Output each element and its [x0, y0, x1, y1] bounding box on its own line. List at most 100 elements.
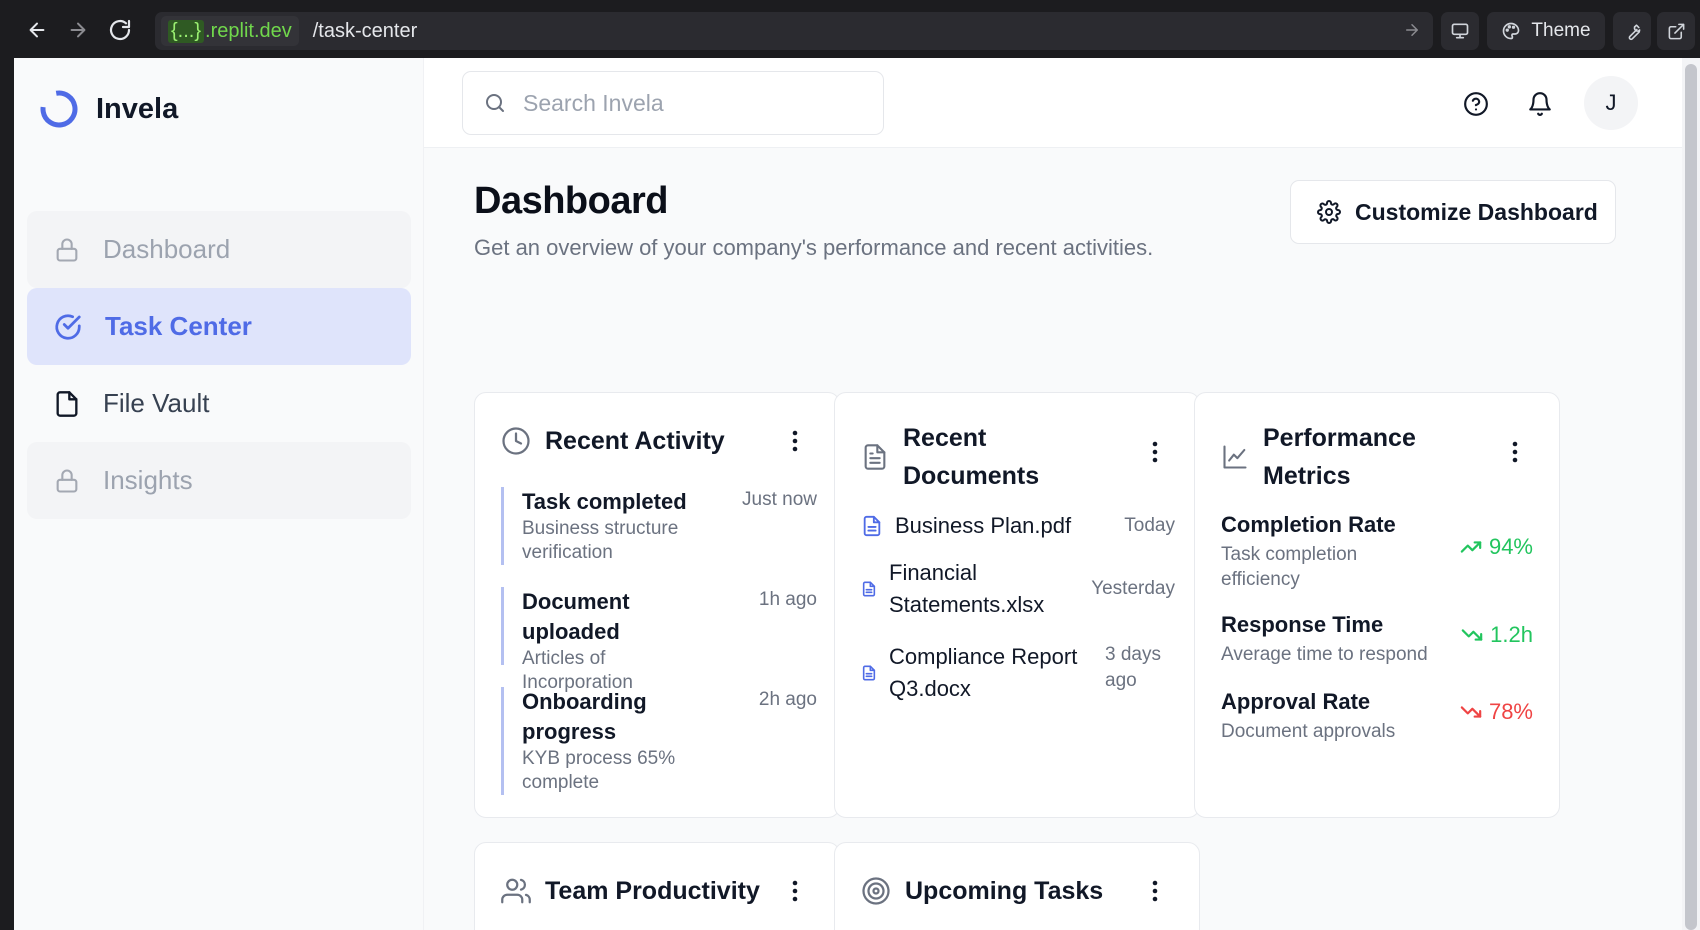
metric-value-text: 1.2h: [1490, 622, 1533, 647]
metric-value: 94%: [1459, 534, 1533, 560]
metric-desc: Task completion efficiency: [1221, 544, 1358, 590]
sidebar-item-label: Task Center: [105, 311, 252, 341]
card-header: Recent Documents: [861, 419, 1053, 495]
arrow-right-icon: [1406, 24, 1418, 36]
document-name: Business Plan.pdf: [895, 513, 1072, 538]
scrollbar[interactable]: [1682, 58, 1700, 930]
arrow-right-icon: [70, 22, 86, 38]
url-go-button[interactable]: [1403, 21, 1421, 39]
page-subtitle: Get an overview of your company's perfor…: [474, 235, 1154, 260]
reload-button[interactable]: [105, 15, 135, 45]
activity-item[interactable]: Onboarding progress KYB process 65% comp…: [501, 687, 817, 795]
scrollbar-thumb[interactable]: [1685, 64, 1697, 930]
url-bar[interactable]: {...} .replit.dev /task-center: [155, 12, 1433, 50]
activity-title: Task completed: [522, 489, 687, 514]
avatar[interactable]: J: [1584, 76, 1638, 130]
document-name: Financial Statements.xlsx: [889, 560, 1045, 617]
palette-icon: [1503, 22, 1520, 40]
theme-button[interactable]: Theme: [1487, 12, 1605, 50]
file-icon: [56, 390, 78, 417]
performance-metrics-card: Performance Metrics Completion Rate Task…: [1194, 392, 1560, 818]
metric-item[interactable]: Response Time Average time to respond 1.…: [1221, 610, 1533, 667]
card-menu-button[interactable]: [1145, 437, 1165, 467]
card-header: Performance Metrics: [1221, 419, 1433, 495]
metric-value-text: 94%: [1488, 534, 1533, 559]
card-menu-button[interactable]: [1145, 876, 1165, 906]
file-text-icon: [864, 444, 886, 470]
card-menu-button[interactable]: [785, 426, 805, 456]
devtools-button[interactable]: [1613, 12, 1651, 50]
activity-item[interactable]: Document uploaded Articles of Incorporat…: [501, 587, 817, 693]
line-chart-icon: [1223, 445, 1247, 469]
search-placeholder: Search Invela: [523, 89, 664, 116]
more-vertical-icon: [1152, 880, 1158, 902]
open-new-tab-button[interactable]: [1657, 12, 1695, 50]
main-content: Dashboard Get an overview of your compan…: [424, 148, 1700, 930]
theme-label: Theme: [1531, 20, 1591, 41]
app-logo[interactable]: Invela: [38, 88, 178, 130]
sidebar-item-insights[interactable]: Insights: [27, 442, 411, 519]
card-header: Upcoming Tasks: [861, 872, 1103, 910]
file-text-icon: [862, 581, 876, 597]
search-input[interactable]: Search Invela: [462, 71, 884, 135]
sidebar-item-file-vault[interactable]: File Vault: [27, 365, 411, 442]
back-button[interactable]: [22, 15, 52, 45]
metric-item[interactable]: Completion Rate Task completion efficien…: [1221, 510, 1533, 592]
document-time: 3 days ago: [1105, 644, 1161, 691]
more-vertical-icon: [1512, 441, 1518, 463]
help-button[interactable]: [1454, 82, 1498, 126]
metric-value-text: 78%: [1488, 699, 1533, 724]
device-preview-button[interactable]: [1441, 12, 1479, 50]
arrow-left-icon: [29, 22, 45, 38]
page-title: Dashboard: [474, 180, 668, 222]
card-menu-button[interactable]: [785, 876, 805, 906]
sidebar-item-dashboard[interactable]: Dashboard: [27, 211, 411, 288]
document-time: Yesterday: [1091, 578, 1175, 599]
browser-toolbar: {...} .replit.dev /task-center Theme: [0, 0, 1700, 58]
top-header: Search Invela J: [424, 58, 1700, 148]
activity-desc: KYB process 65% complete: [522, 748, 676, 793]
activity-title: Onboarding progress: [522, 689, 647, 744]
metric-desc: Document approvals: [1221, 721, 1396, 742]
document-item[interactable]: Business Plan.pdf Today: [861, 509, 1175, 543]
trending-down-icon: [1461, 629, 1483, 641]
lock-icon: [56, 238, 78, 262]
metric-item[interactable]: Approval Rate Document approvals 78%: [1221, 687, 1533, 744]
url-path: /task-center: [312, 19, 418, 42]
bell-icon: [1529, 92, 1551, 116]
document-item[interactable]: Financial Statements.xlsx Yesterday: [861, 556, 1175, 622]
sidebar: Invela Dashboard Task Center File Vault …: [14, 58, 424, 930]
url-domain-prefix: {...}: [168, 19, 205, 43]
url-domain: {...} .replit.dev: [161, 16, 299, 46]
card-menu-button[interactable]: [1505, 437, 1525, 467]
activity-item[interactable]: Task completed Business structure verifi…: [501, 487, 817, 565]
clock-icon: [502, 427, 530, 455]
app-viewport: Invela Dashboard Task Center File Vault …: [14, 58, 1700, 930]
card-title: Upcoming Tasks: [905, 877, 1104, 905]
more-vertical-icon: [792, 430, 798, 452]
target-icon: [862, 877, 890, 905]
check-circle-icon: [55, 313, 81, 340]
file-text-icon: [863, 515, 881, 537]
more-vertical-icon: [1152, 441, 1158, 463]
forward-button[interactable]: [63, 15, 93, 45]
sidebar-item-label: Insights: [103, 465, 193, 495]
document-time: Today: [1124, 515, 1175, 536]
more-vertical-icon: [792, 880, 798, 902]
metric-desc: Average time to respond: [1221, 644, 1428, 665]
activity-time: 1h ago: [758, 589, 817, 610]
metric-value: 1.2h: [1460, 622, 1533, 648]
card-header: Recent Activity: [501, 422, 725, 460]
notifications-button[interactable]: [1518, 82, 1562, 126]
wrench-icon: [1628, 23, 1640, 40]
sidebar-item-task-center[interactable]: Task Center: [27, 288, 411, 365]
search-icon: [486, 94, 504, 112]
customize-dashboard-label: Customize Dashboard: [1355, 198, 1598, 225]
customize-dashboard-button[interactable]: Customize Dashboard: [1290, 180, 1616, 244]
help-circle-icon: [1464, 92, 1488, 116]
sidebar-item-label: File Vault: [103, 388, 210, 418]
gear-icon: [1317, 200, 1341, 224]
document-item[interactable]: Compliance Report Q3.docx 3 days ago: [861, 640, 1175, 706]
file-text-icon: [862, 665, 876, 681]
activity-title: Document uploaded: [522, 589, 630, 644]
